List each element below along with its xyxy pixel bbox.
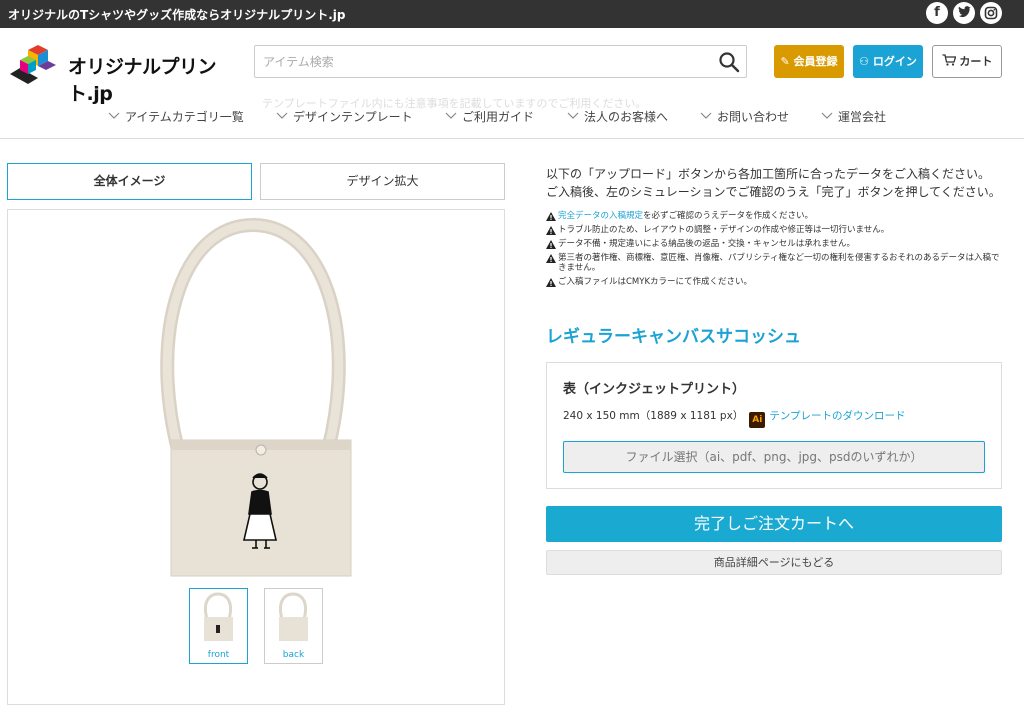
- product-title: レギュラーキャンバスサコッシュ: [546, 327, 801, 347]
- print-side-title: 表（インクジェットプリント）: [563, 382, 746, 397]
- chevron-down-icon: [108, 112, 120, 119]
- nav-label: ご利用ガイド: [462, 110, 535, 124]
- print-side-panel: 表（インクジェットプリント） 240 x 150 mm（1889 x 1181 …: [546, 362, 1002, 489]
- nav-item-company[interactable]: 運営会社: [821, 108, 886, 125]
- note-text: 第三者の著作権、商標権、意匠権、肖像権、パブリシティ権など一切の権利を侵害するお…: [558, 253, 1000, 273]
- nav-label: デザインテンプレート: [293, 110, 413, 124]
- note-item: トラブル防止のため、レイアウトの調整・デザインの作成や修正等は一切行いません。: [546, 223, 1006, 237]
- nav-item-categories[interactable]: アイテムカテゴリ一覧: [108, 108, 244, 125]
- cart-label: カート: [959, 55, 993, 68]
- nav-label: アイテムカテゴリ一覧: [125, 110, 244, 124]
- print-size-row: 240 x 150 mm（1889 x 1181 px） Ai テンプレートのダウン…: [563, 408, 906, 428]
- note-text: トラブル防止のため、レイアウトの調整・デザインの作成や修正等は一切行いません。: [558, 225, 890, 235]
- nav-item-guide[interactable]: ご利用ガイド: [445, 108, 534, 125]
- note-item: データ不備・規定違いによる納品後の返品・交換・キャンセルは承れません。: [546, 237, 1006, 251]
- warning-icon: [546, 240, 556, 249]
- site-header: オリジナルプリント.jp テンプレートファイル内にも注意事項を記載していますので…: [0, 28, 1024, 139]
- note-item: 完全データの入稿規定を必ずご確認のうえデータを作成ください。: [546, 209, 1006, 223]
- nav-item-templates[interactable]: デザインテンプレート: [276, 108, 413, 125]
- note-text: データ不備・規定違いによる納品後の返品・交換・キャンセルは承れません。: [558, 239, 855, 249]
- nav-label: 運営会社: [838, 110, 887, 124]
- template-download-link[interactable]: テンプレートのダウンロード: [769, 410, 905, 422]
- note-item: ご入稿ファイルはCMYKカラーにて作成ください。: [546, 275, 1006, 289]
- thumb-back-image: [278, 592, 308, 641]
- chevron-down-icon: [821, 112, 833, 119]
- thumb-front-image: [203, 592, 233, 641]
- nav-label: 法人のお客様へ: [584, 110, 669, 124]
- illustrator-icon: Ai: [749, 412, 766, 428]
- nav-item-business[interactable]: 法人のお客様へ: [567, 108, 668, 125]
- instruction-line: ご入稿後、左のシミュレーションでご確認のうえ「完了」ボタンを押してください。: [546, 185, 1001, 199]
- chevron-down-icon: [567, 112, 579, 119]
- chevron-down-icon: [276, 112, 288, 119]
- nav-label: お問い合わせ: [717, 110, 790, 124]
- user-icon: ⚇: [859, 55, 870, 68]
- cart-button[interactable]: カート: [932, 45, 1002, 78]
- cart-icon: [942, 54, 956, 66]
- warning-icon: [546, 278, 556, 287]
- note-text: を必ずご確認のうえデータを作成ください。: [643, 211, 814, 221]
- search-icon[interactable]: [718, 51, 740, 73]
- search-input[interactable]: [255, 46, 695, 77]
- file-select-button[interactable]: ファイル選択（ai、pdf、png、jpg、psdのいずれか）: [563, 441, 985, 473]
- tab-design-zoom[interactable]: デザイン拡大: [260, 163, 505, 200]
- pencil-icon: ✎: [780, 55, 790, 68]
- complete-order-button[interactable]: 完了しご注文カートへ: [546, 506, 1002, 542]
- note-item: 第三者の著作権、商標権、意匠権、肖像権、パブリシティ権など一切の権利を侵害するお…: [546, 251, 1006, 275]
- login-label: ログイン: [872, 55, 917, 68]
- site-logo[interactable]: オリジナルプリント.jp: [8, 44, 233, 105]
- warning-icon: [546, 254, 556, 263]
- nav-item-contact[interactable]: お問い合わせ: [700, 108, 789, 125]
- upload-instructions: 以下の「アップロード」ボタンから各加工箇所に合ったデータをご入稿ください。 ご入…: [546, 165, 1001, 201]
- facebook-icon[interactable]: f: [926, 2, 948, 24]
- warning-icon: [546, 212, 556, 221]
- warning-icon: [546, 226, 556, 235]
- logo-cube-icon: [10, 45, 56, 84]
- product-preview: [7, 209, 505, 705]
- topbar-tagline: オリジナルのTシャツやグッズ作成ならオリジナルプリント.jp: [8, 8, 346, 22]
- back-to-product-button[interactable]: 商品詳細ページにもどる: [546, 550, 1002, 575]
- instagram-icon[interactable]: [980, 2, 1002, 24]
- search-box: [254, 45, 747, 78]
- chevron-down-icon: [445, 112, 457, 119]
- top-bar: オリジナルのTシャツやグッズ作成ならオリジナルプリント.jp f: [0, 0, 1024, 28]
- instruction-line: 以下の「アップロード」ボタンから各加工箇所に合ったデータをご入稿ください。: [546, 167, 991, 181]
- note-text: ご入稿ファイルはCMYKカラーにて作成ください。: [558, 277, 753, 287]
- logo-text: オリジナルプリント.jp: [68, 56, 217, 105]
- print-size-text: 240 x 150 mm（1889 x 1181 px）: [563, 410, 744, 422]
- login-button[interactable]: ⚇ ログイン: [853, 45, 923, 78]
- chevron-down-icon: [700, 112, 712, 119]
- caution-notes: 完全データの入稿規定を必ずご確認のうえデータを作成ください。 トラブル防止のため…: [546, 209, 1006, 289]
- thumb-back[interactable]: back: [264, 588, 323, 664]
- member-register-label: 会員登録: [793, 55, 838, 68]
- main-nav: アイテムカテゴリ一覧 デザインテンプレート ご利用ガイド 法人のお客様へ お問い…: [0, 108, 1024, 128]
- thumb-front-label: front: [207, 650, 230, 660]
- tab-full-image[interactable]: 全体イメージ: [7, 163, 252, 200]
- sacoche-bag-image: [160, 217, 352, 577]
- member-register-button[interactable]: ✎ 会員登録: [774, 45, 844, 78]
- data-rules-link[interactable]: 完全データの入稿規定: [558, 211, 643, 221]
- twitter-icon[interactable]: [953, 2, 975, 24]
- thumb-back-label: back: [282, 650, 305, 660]
- thumb-front[interactable]: front: [189, 588, 248, 664]
